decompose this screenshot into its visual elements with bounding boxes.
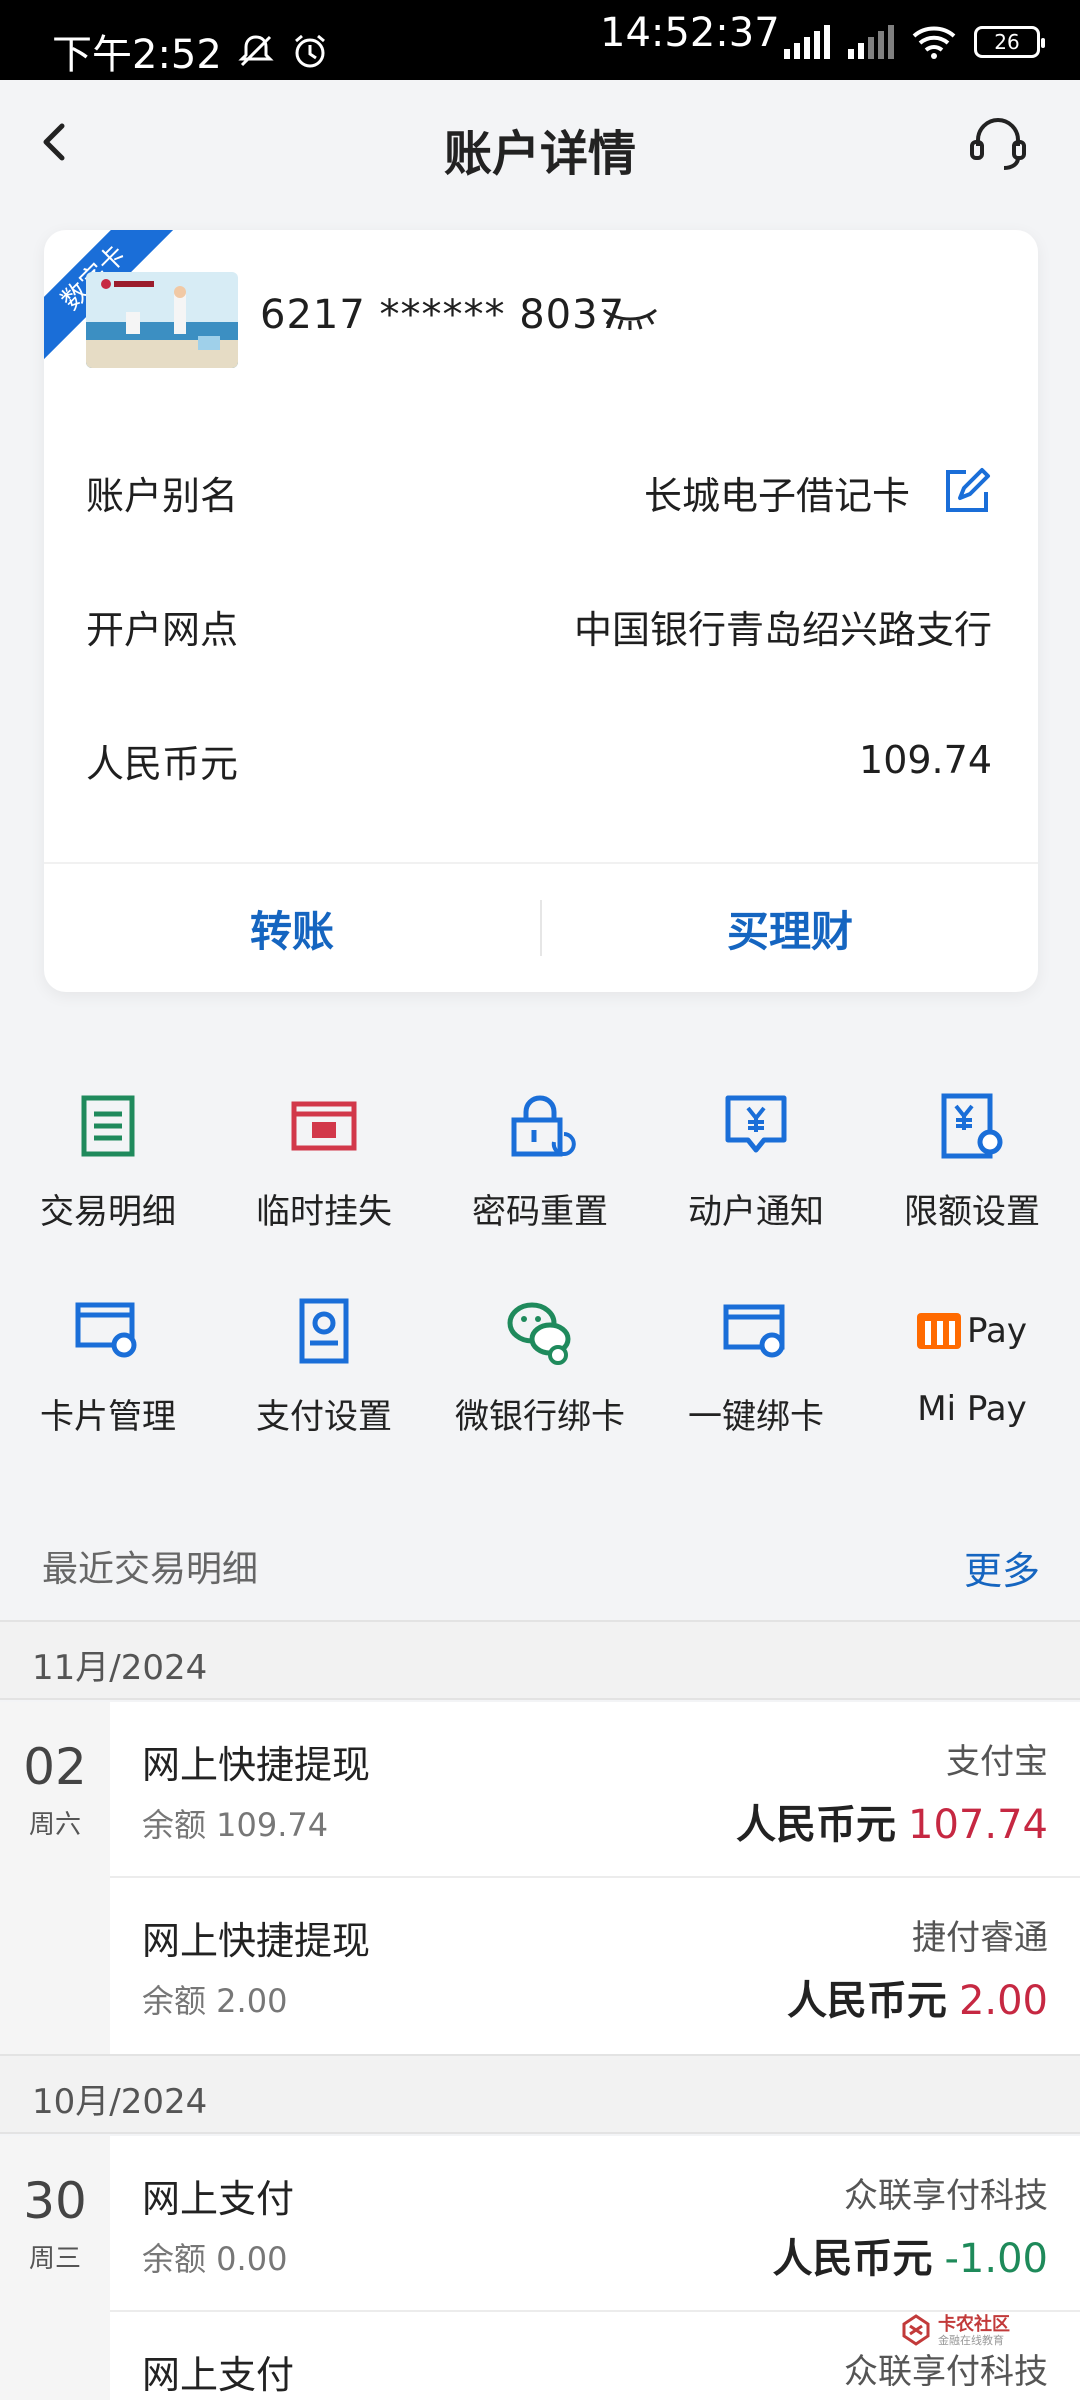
customer-service-icon[interactable] bbox=[966, 110, 1030, 174]
currency-label: 人民币元 bbox=[86, 741, 239, 786]
card-loss-icon bbox=[291, 1101, 357, 1151]
transaction-amount: -1.00 bbox=[944, 2236, 1049, 2282]
balance-value: 109.74 bbox=[859, 738, 992, 782]
signal-icon bbox=[848, 25, 894, 59]
function-temporary-loss-report[interactable]: 临时挂失 bbox=[216, 1090, 432, 1233]
function-card-management[interactable]: 卡片管理 bbox=[0, 1295, 216, 1438]
wechat-icon bbox=[507, 1302, 571, 1365]
card-bind-icon bbox=[723, 1304, 785, 1358]
mi-pay-logo: Pay bbox=[864, 1295, 1080, 1367]
status-clock: 14:52:37 bbox=[600, 10, 780, 56]
watermark-logo-icon bbox=[902, 2314, 930, 2346]
account-alias-label: 账户别名 bbox=[86, 473, 239, 518]
yuan-message-icon bbox=[725, 1095, 787, 1153]
transfer-button[interactable]: 转账 bbox=[44, 898, 540, 959]
function-wechat-bind-card[interactable]: 微银行绑卡 bbox=[432, 1295, 648, 1438]
card-actions: 转账 买理财 bbox=[44, 864, 1038, 992]
section-title: 最近交易明细 bbox=[42, 1549, 259, 1590]
account-alias-row: 账户别名 长城电子借记卡 bbox=[86, 462, 992, 522]
month-header: 11月/2024 bbox=[0, 1620, 1080, 1700]
opening-branch-row: 开户网点 中国银行青岛绍兴路支行 bbox=[86, 596, 992, 656]
transaction-row[interactable]: 网上快捷提现 余额 109.74 支付宝 人民币元 107.74 bbox=[110, 1702, 1080, 1878]
function-payment-settings[interactable]: 支付设置 bbox=[216, 1295, 432, 1438]
transaction-row[interactable]: 网上支付 余额 0.00 众联享付科技 人民币元 -1.00 bbox=[110, 2136, 1080, 2312]
date-column: 02 周六 bbox=[0, 1702, 110, 2054]
opening-branch-label: 开户网点 bbox=[86, 607, 239, 652]
yuan-settings-icon bbox=[941, 1093, 1003, 1159]
function-transaction-details[interactable]: 交易明细 bbox=[0, 1090, 216, 1233]
buy-wealth-button[interactable]: 买理财 bbox=[542, 898, 1038, 959]
community-watermark: 卡农社区 金融在线教育 bbox=[900, 2310, 1060, 2350]
signal-icon bbox=[784, 25, 830, 59]
account-alias-value: 长城电子借记卡 bbox=[643, 473, 910, 518]
transaction-amount: 2.00 bbox=[958, 1978, 1048, 2024]
balance-row: 人民币元 109.74 bbox=[86, 730, 992, 790]
alarm-icon bbox=[294, 34, 325, 68]
wifi-icon bbox=[912, 26, 956, 59]
transaction-amount: 107.74 bbox=[908, 1802, 1048, 1848]
month-header: 10月/2024 bbox=[0, 2054, 1080, 2134]
function-limit-settings[interactable]: 限额设置 bbox=[864, 1090, 1080, 1233]
card-number: 6217 ****** 8037 bbox=[260, 292, 626, 338]
function-mi-pay[interactable]: Pay Mi Pay bbox=[864, 1295, 1080, 1429]
payment-settings-icon bbox=[299, 1298, 349, 1364]
lock-reset-icon bbox=[511, 1095, 576, 1157]
top-nav-bar: 账户详情 bbox=[0, 80, 1080, 204]
list-document-icon bbox=[81, 1095, 135, 1157]
status-time: 下午2:52 bbox=[52, 32, 222, 78]
edit-icon[interactable] bbox=[940, 466, 992, 518]
function-one-click-bind-card[interactable]: 一键绑卡 bbox=[648, 1295, 864, 1438]
card-settings-icon bbox=[75, 1302, 137, 1358]
page-title: 账户详情 bbox=[443, 126, 636, 182]
bank-card-thumbnail[interactable] bbox=[86, 272, 238, 368]
account-card: 数字卡 6217 ****** 8037 账户别名 长城电子借记卡 开户网点 中… bbox=[44, 230, 1038, 992]
eye-closed-icon[interactable] bbox=[600, 298, 660, 334]
status-bar: 下午2:52 14:52:37 26 bbox=[0, 0, 1080, 80]
more-link[interactable]: 更多 bbox=[964, 1540, 1040, 1595]
function-account-notification[interactable]: 动户通知 bbox=[648, 1090, 864, 1233]
date-column: 30 周三 bbox=[0, 2136, 110, 2400]
transaction-row[interactable]: 网上快捷提现 余额 2.00 捷付睿通 人民币元 2.00 bbox=[110, 1878, 1080, 2054]
opening-branch-value: 中国银行青岛绍兴路支行 bbox=[573, 607, 992, 652]
battery-indicator: 26 bbox=[974, 26, 1045, 58]
mute-icon bbox=[238, 35, 274, 67]
function-password-reset[interactable]: 密码重置 bbox=[432, 1090, 648, 1233]
recent-transactions-header: 最近交易明细 更多 bbox=[0, 1510, 1080, 1620]
